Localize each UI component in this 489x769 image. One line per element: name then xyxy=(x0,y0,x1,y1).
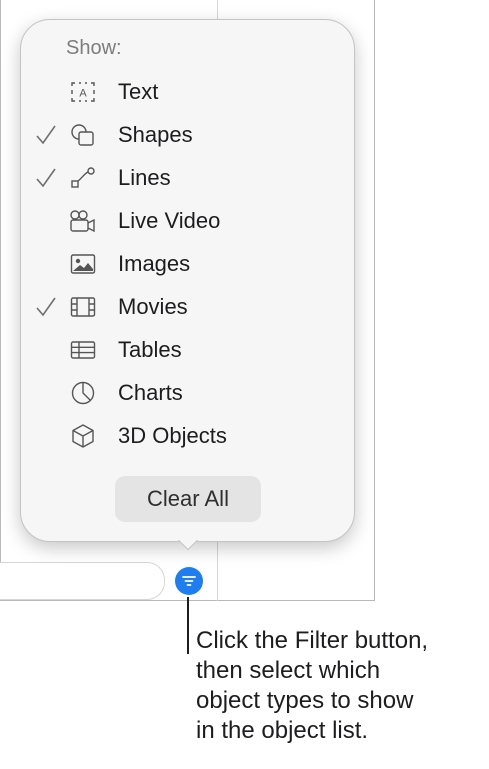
filter-item-lines[interactable]: Lines xyxy=(31,160,331,196)
filter-icon xyxy=(182,576,196,586)
film-icon xyxy=(69,293,97,321)
callout-text: Click the Filter button, then select whi… xyxy=(196,626,488,746)
filter-item-label: Images xyxy=(118,251,191,276)
checkmark-slot xyxy=(31,246,61,282)
clear-all-button[interactable]: Clear All xyxy=(115,476,261,522)
cube-icon xyxy=(69,422,97,450)
filter-item-shapes[interactable]: Shapes xyxy=(31,117,331,153)
shapes-icon xyxy=(69,121,97,149)
callout-line-text: then select which xyxy=(196,657,381,684)
filter-item-charts[interactable]: Charts xyxy=(31,375,331,411)
filter-item-label: Live Video xyxy=(118,208,221,233)
filter-item-label: Charts xyxy=(118,380,183,405)
filter-item-label: Shapes xyxy=(118,122,193,147)
filter-item-live-video[interactable]: Live Video xyxy=(31,203,331,239)
live-video-icon xyxy=(69,207,97,235)
filter-item-label: 3D Objects xyxy=(118,423,227,448)
filter-button[interactable] xyxy=(175,567,203,595)
filter-item-label: Text xyxy=(118,79,159,104)
filter-item-movies[interactable]: Movies xyxy=(31,289,331,325)
filter-item-tables[interactable]: Tables xyxy=(31,332,331,368)
checkmark-icon xyxy=(31,289,61,325)
filter-item-label: Tables xyxy=(118,337,182,362)
checkmark-slot xyxy=(31,203,61,239)
pie-chart-icon xyxy=(69,379,97,407)
checkmark-slot xyxy=(31,418,61,454)
filter-item-images[interactable]: Images xyxy=(31,246,331,282)
table-icon xyxy=(69,336,97,364)
checkmark-slot xyxy=(31,375,61,411)
filter-item-label: Lines xyxy=(118,165,171,190)
filter-item-label: Movies xyxy=(118,294,188,319)
image-icon xyxy=(69,250,97,278)
callout-line-text: in the object list. xyxy=(196,717,369,744)
text-box-icon: A xyxy=(69,78,97,106)
checkmark-icon xyxy=(31,160,61,196)
search-field[interactable] xyxy=(0,562,165,600)
checkmark-slot xyxy=(31,74,61,110)
filter-popover: Show: A Text Shapes Lines Live Video Ima… xyxy=(20,19,355,542)
callout-line-text: object types to show xyxy=(196,687,414,714)
callout-line-text: Click the Filter button, xyxy=(196,627,429,654)
popover-arrow xyxy=(175,540,199,564)
filter-item-3d-objects[interactable]: 3D Objects xyxy=(31,418,331,454)
callout-line xyxy=(187,597,189,654)
line-icon xyxy=(69,164,97,192)
show-header: Show: xyxy=(66,37,122,59)
svg-text:A: A xyxy=(79,88,87,100)
filter-item-text[interactable]: A Text xyxy=(31,74,331,110)
checkmark-icon xyxy=(31,117,61,153)
checkmark-slot xyxy=(31,332,61,368)
